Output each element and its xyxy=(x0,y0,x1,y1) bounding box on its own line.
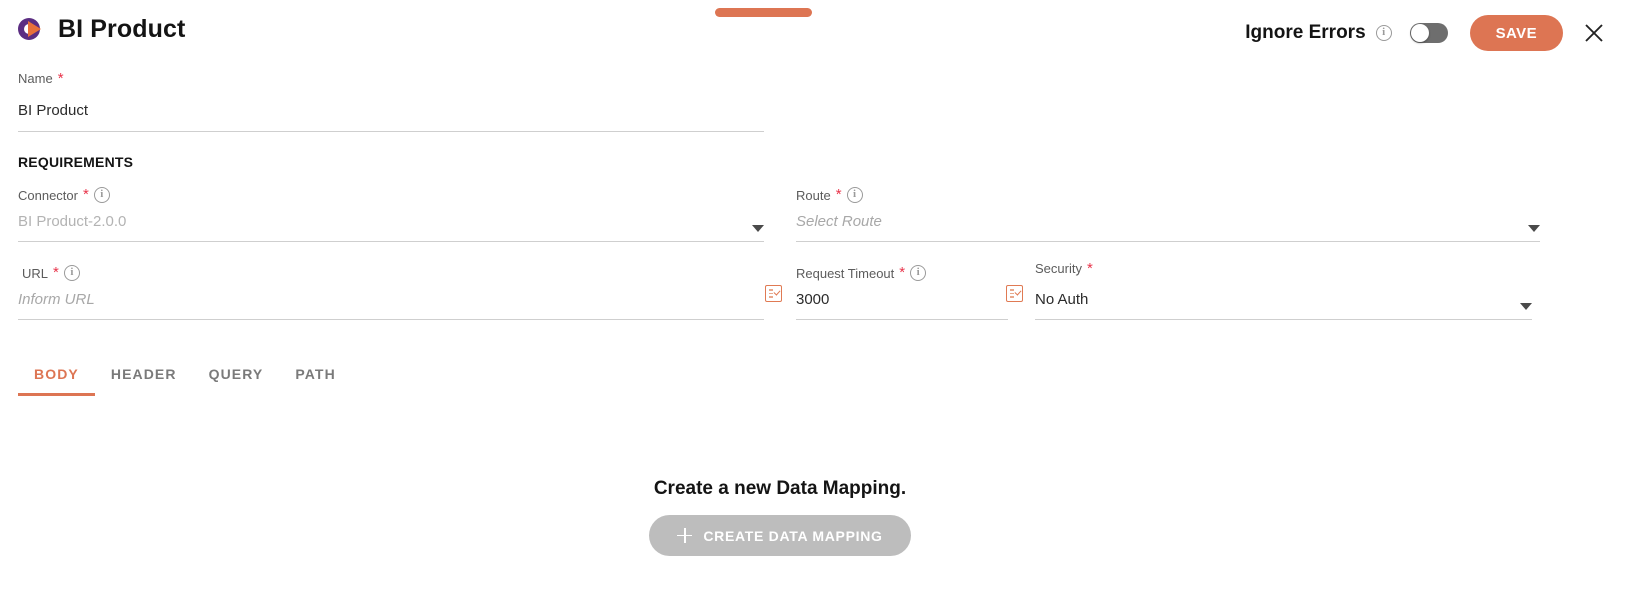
close-icon xyxy=(1583,22,1605,44)
create-data-mapping-label: CREATE DATA MAPPING xyxy=(703,528,882,544)
save-button[interactable]: SAVE xyxy=(1470,15,1563,51)
connector-label-text: Connector xyxy=(18,188,78,203)
name-field-label: Name * xyxy=(18,71,64,86)
name-label-text: Name xyxy=(18,71,53,86)
tab-header[interactable]: HEADER xyxy=(95,352,193,396)
empty-state: Create a new Data Mapping. CREATE DATA M… xyxy=(0,478,1560,556)
brand: BI Product xyxy=(18,16,185,42)
route-select[interactable]: Select Route xyxy=(796,212,1540,242)
data-mapping-icon[interactable] xyxy=(1006,285,1023,302)
brand-logo-icon xyxy=(18,16,44,42)
ignore-errors-label: Ignore Errors xyxy=(1245,22,1365,44)
security-label-text: Security xyxy=(1035,261,1082,276)
request-timeout-input[interactable]: 3000 xyxy=(796,290,829,310)
close-button[interactable] xyxy=(1577,16,1611,50)
create-data-mapping-button[interactable]: CREATE DATA MAPPING xyxy=(649,515,910,556)
info-icon[interactable]: i xyxy=(94,187,110,203)
required-marker: * xyxy=(58,74,64,84)
info-icon[interactable]: i xyxy=(64,265,80,281)
route-label-text: Route xyxy=(796,188,831,203)
header-actions: Ignore Errors i SAVE xyxy=(1245,0,1625,66)
required-marker: * xyxy=(83,190,89,200)
data-mapping-icon[interactable] xyxy=(765,285,782,302)
info-icon[interactable]: i xyxy=(1376,25,1392,41)
tab-path[interactable]: PATH xyxy=(279,352,351,396)
plus-icon xyxy=(677,528,692,543)
chevron-down-icon[interactable] xyxy=(752,225,764,232)
security-select[interactable]: No Auth xyxy=(1035,290,1532,320)
toggle-knob xyxy=(1411,24,1429,42)
tab-body[interactable]: BODY xyxy=(18,352,95,396)
connector-select[interactable]: BI Product-2.0.0 xyxy=(18,212,764,242)
connector-field-label: Connector * i xyxy=(18,187,110,203)
url-input[interactable]: Inform URL xyxy=(18,290,95,310)
request-timeout-input-field[interactable]: 3000 xyxy=(796,290,1008,320)
request-timeout-field-label: Request Timeout * i xyxy=(796,265,926,281)
required-marker: * xyxy=(899,268,905,278)
url-field-label: URL * i xyxy=(22,265,80,281)
ignore-errors-toggle[interactable] xyxy=(1410,23,1448,43)
name-field[interactable]: BI Product xyxy=(18,101,764,132)
route-value[interactable]: Select Route xyxy=(796,212,882,232)
route-field-label: Route * i xyxy=(796,187,863,203)
empty-state-title: Create a new Data Mapping. xyxy=(0,478,1560,500)
chevron-down-icon[interactable] xyxy=(1520,303,1532,310)
page-title: BI Product xyxy=(58,17,185,42)
required-marker: * xyxy=(836,190,842,200)
security-value[interactable]: No Auth xyxy=(1035,290,1088,310)
url-input-field[interactable]: Inform URL xyxy=(18,290,764,320)
header-bar: BI Product Ignore Errors i SAVE xyxy=(0,0,1625,66)
connector-value[interactable]: BI Product-2.0.0 xyxy=(18,212,126,232)
info-icon[interactable]: i xyxy=(847,187,863,203)
info-icon[interactable]: i xyxy=(910,265,926,281)
required-marker: * xyxy=(53,268,59,278)
url-label-text: URL xyxy=(22,266,48,281)
chevron-down-icon[interactable] xyxy=(1528,225,1540,232)
tab-query[interactable]: QUERY xyxy=(193,352,280,396)
tab-bar: BODY HEADER QUERY PATH xyxy=(18,352,352,396)
name-input[interactable]: BI Product xyxy=(18,102,88,119)
required-marker: * xyxy=(1087,264,1093,274)
request-timeout-label-text: Request Timeout xyxy=(796,266,894,281)
security-field-label: Security * xyxy=(1035,261,1093,276)
bi-product-editor-screen: BI Product Ignore Errors i SAVE Name * B… xyxy=(0,0,1625,594)
requirements-section-title: REQUIREMENTS xyxy=(18,154,133,170)
